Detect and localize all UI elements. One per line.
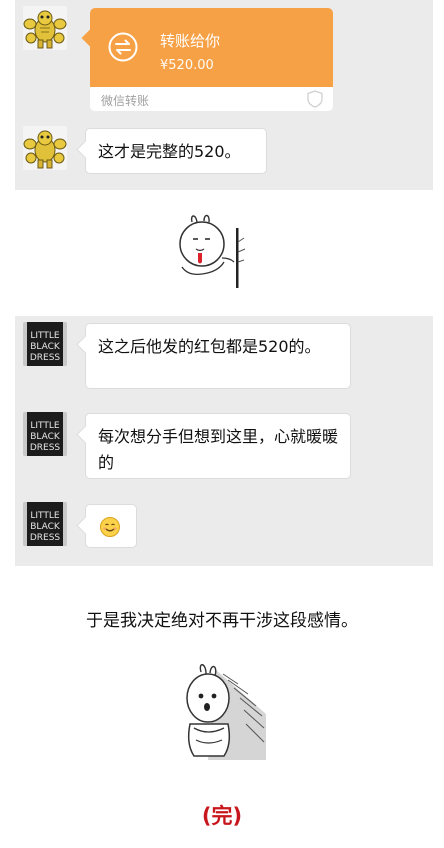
avatar-shirt-photo[interactable]: LITTLE BLACK DRESS bbox=[23, 322, 67, 366]
shirt-text-1: LITTLE bbox=[30, 511, 60, 521]
message-text: 这之后他发的红包都是520的。 bbox=[98, 337, 321, 356]
message-text: 这才是完整的520。 bbox=[98, 142, 241, 161]
shirt-text-2: BLACK bbox=[30, 342, 61, 352]
shirt-text-3: DRESS bbox=[30, 353, 61, 363]
smiley-emoji-icon bbox=[99, 516, 121, 546]
transfer-card[interactable]: 转账给你 ¥520.00 微信转账 bbox=[90, 8, 333, 111]
shirt-text-3: DRESS bbox=[30, 443, 61, 453]
avatar-shirt-photo[interactable]: LITTLE BLACK DRESS bbox=[23, 412, 67, 456]
transfer-amount: ¥520.00 bbox=[160, 58, 214, 73]
shirt-text-2: BLACK bbox=[30, 432, 61, 442]
transfer-card-footer: 微信转账 bbox=[90, 87, 333, 111]
rabbit-peek-sticker bbox=[178, 212, 248, 292]
avatar-shirt-photo[interactable]: LITTLE BLACK DRESS bbox=[23, 502, 67, 546]
shirt-text-1: LITTLE bbox=[30, 421, 60, 431]
message-bubble[interactable]: 这才是完整的520。 bbox=[85, 128, 267, 174]
message-bubble[interactable] bbox=[85, 504, 137, 548]
chat-panel-1: 转账给你 ¥520.00 微信转账 这才是完整的520。 bbox=[15, 0, 433, 190]
message-bubble[interactable]: 每次想分手但想到这里，心就暖暖的 bbox=[85, 413, 351, 479]
avatar-golden-creature[interactable] bbox=[23, 6, 67, 50]
message-text: 每次想分手但想到这里，心就暖暖的 bbox=[98, 427, 339, 472]
end-mark: (完) bbox=[201, 804, 243, 828]
shirt-text-1: LITTLE bbox=[30, 331, 60, 341]
transfer-source: 微信转账 bbox=[101, 94, 150, 108]
shirt-text-2: BLACK bbox=[30, 522, 61, 532]
avatar-golden-creature[interactable] bbox=[23, 126, 67, 170]
transfer-title: 转账给你 bbox=[160, 32, 221, 50]
story-caption: 于是我决定绝对不再干涉这段感情。 bbox=[86, 611, 358, 631]
chat-panel-2: LITTLE BLACK DRESS 这之后他发的红包都是520的。 LITTL… bbox=[15, 316, 433, 566]
shirt-text-3: DRESS bbox=[30, 533, 61, 543]
transfer-arrows-icon bbox=[108, 32, 138, 62]
transfer-card-header: 转账给你 ¥520.00 bbox=[90, 8, 333, 87]
rabbit-sit-sticker bbox=[178, 664, 266, 764]
shield-icon bbox=[307, 90, 323, 108]
message-bubble[interactable]: 这之后他发的红包都是520的。 bbox=[85, 323, 351, 389]
